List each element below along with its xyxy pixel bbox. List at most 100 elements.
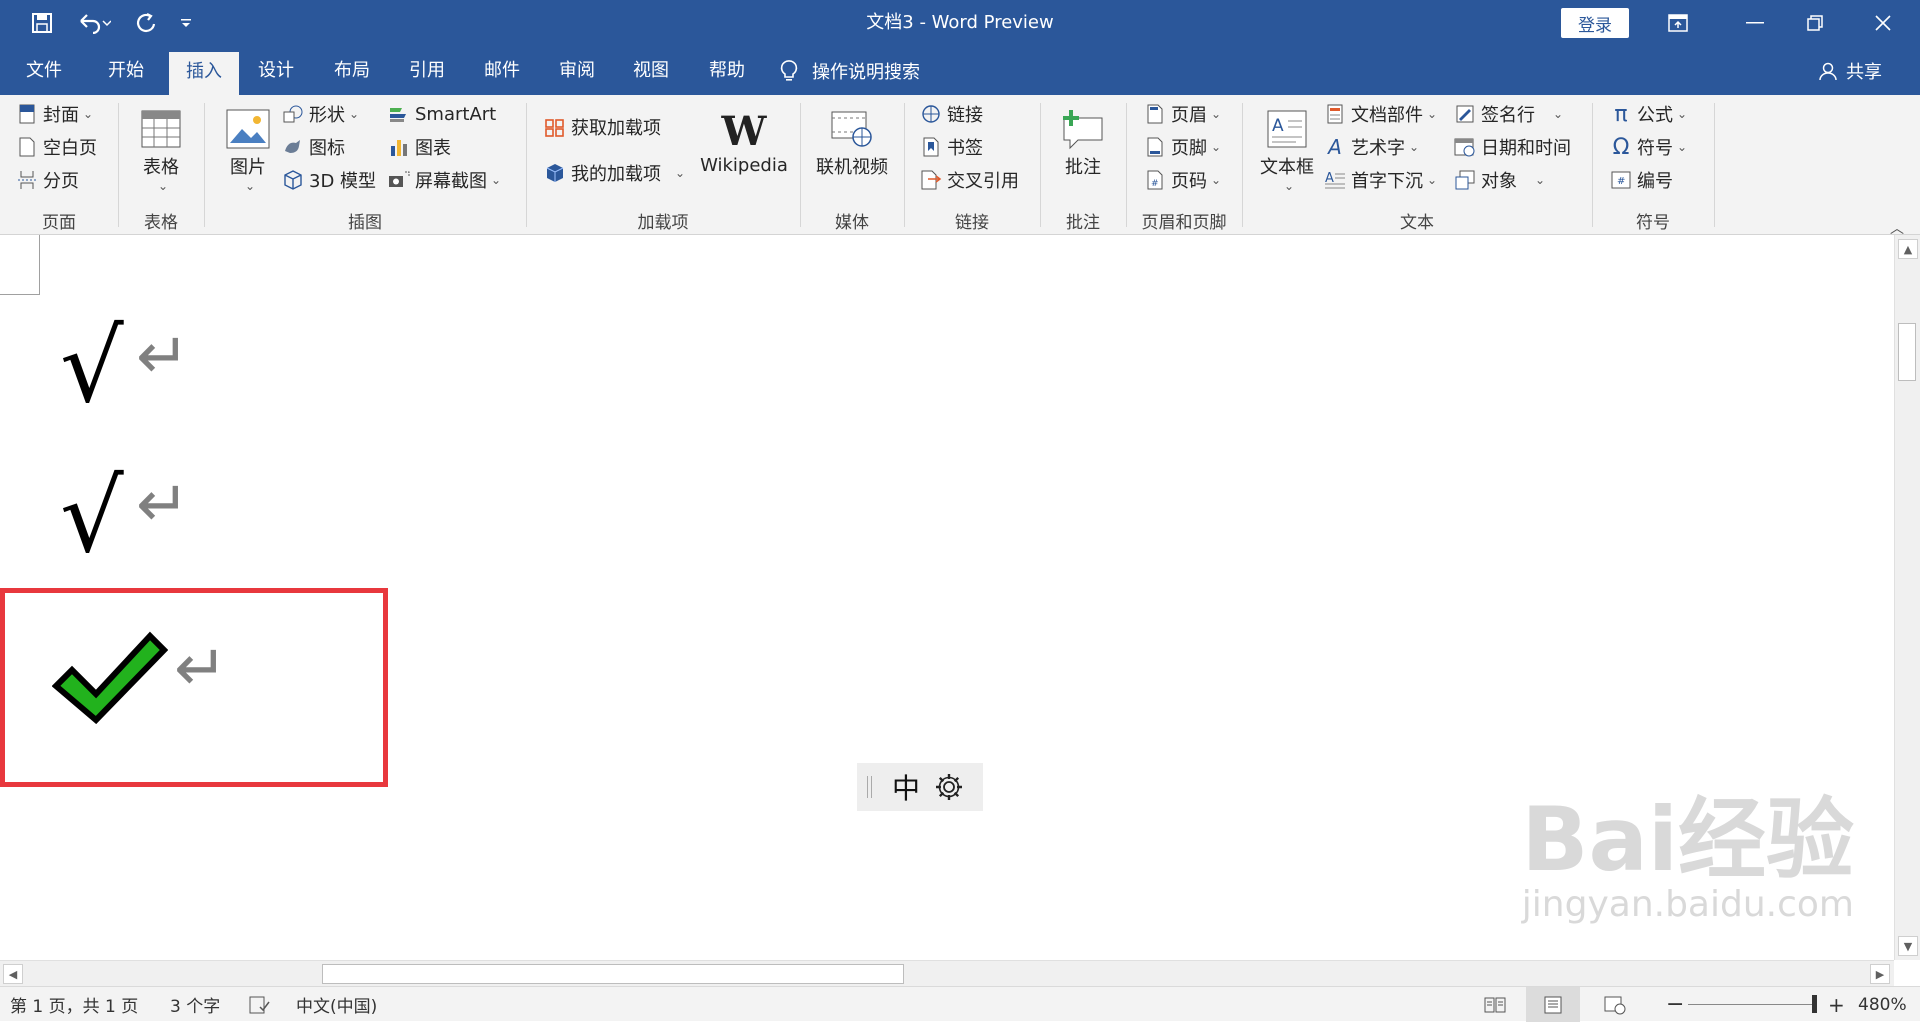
horizontal-scrollbar[interactable]: ◀ ▶: [0, 960, 1894, 986]
horizontal-scroll-thumb[interactable]: [322, 964, 904, 984]
number-button[interactable]: # 编号: [1610, 165, 1673, 195]
signature-line-button[interactable]: 签名行 ⌄: [1454, 99, 1563, 129]
zoom-slider-thumb[interactable]: [1812, 995, 1817, 1013]
web-layout-icon[interactable]: [1604, 987, 1626, 1022]
minimize-icon[interactable]: [1725, 0, 1785, 46]
wordart-button[interactable]: A 艺术字 ⌄: [1324, 132, 1419, 162]
drop-cap-button[interactable]: A 首字下沉 ⌄: [1324, 165, 1437, 195]
tab-home[interactable]: 开始: [92, 46, 160, 95]
cross-reference-button[interactable]: 交叉引用: [920, 165, 1019, 195]
date-time-button[interactable]: 日期和时间: [1454, 132, 1571, 162]
vertical-scroll-thumb[interactable]: [1898, 323, 1916, 381]
print-layout-icon[interactable]: [1526, 987, 1580, 1022]
vertical-scrollbar[interactable]: ▲ ▼: [1894, 235, 1920, 960]
comment-button[interactable]: 批注: [1050, 105, 1116, 179]
symbol-button[interactable]: Ω 符号 ⌄: [1610, 132, 1687, 162]
header-icon: [1144, 103, 1166, 125]
share-label: 共享: [1846, 61, 1882, 83]
zoom-level[interactable]: 480%: [1858, 987, 1907, 1022]
word-count[interactable]: 3 个字: [170, 987, 220, 1022]
login-button[interactable]: 登录: [1561, 8, 1629, 38]
omega-icon: Ω: [1612, 134, 1630, 160]
quick-parts-button[interactable]: 文档部件 ⌄: [1324, 99, 1437, 129]
proofing-icon[interactable]: [248, 987, 270, 1022]
bookmark-button[interactable]: 书签: [920, 132, 983, 162]
page-break-button[interactable]: 分页: [16, 165, 79, 195]
signature-icon: [1454, 103, 1476, 125]
blank-page-button[interactable]: 空白页: [16, 132, 97, 162]
ribbon-insert: 封面 ⌄ 空白页 分页 页面 表格 ⌄ 表格 图片 ⌄ 形状 ⌄ 图标 3D 模型 Sm…: [0, 95, 1920, 235]
icons-button[interactable]: 图标: [282, 132, 345, 162]
page-count[interactable]: 第 1 页，共 1 页: [10, 987, 138, 1022]
tab-mailings[interactable]: 邮件: [468, 46, 536, 95]
online-video-icon: [828, 105, 876, 153]
margin-corner-mark: [39, 235, 40, 295]
cover-page-button[interactable]: 封面 ⌄: [16, 99, 93, 129]
chevron-down-icon: ⌄: [1211, 140, 1222, 154]
footer-button[interactable]: 页脚 ⌄: [1144, 132, 1221, 162]
3d-models-button[interactable]: 3D 模型: [282, 165, 376, 195]
get-addins-button[interactable]: 获取加载项: [544, 112, 661, 142]
language-indicator[interactable]: 中文(中国): [296, 987, 377, 1022]
ime-mode-indicator[interactable]: 中: [892, 767, 920, 807]
table-button[interactable]: 表格 ⌄: [128, 105, 194, 193]
chevron-down-icon: ⌄: [1211, 107, 1222, 121]
chart-button[interactable]: 图表: [388, 132, 451, 162]
tab-file[interactable]: 文件: [10, 46, 78, 95]
new-comment-icon: [1059, 105, 1107, 153]
pictures-button[interactable]: 图片 ⌄: [218, 105, 278, 193]
save-icon[interactable]: [22, 0, 62, 46]
status-bar: 第 1 页，共 1 页 3 个字 中文(中国) − + 480%: [0, 986, 1920, 1022]
chevron-down-icon: ⌄: [1211, 173, 1222, 187]
watermark-url: jingyan.baidu.com: [1521, 884, 1854, 925]
tab-review[interactable]: 审阅: [543, 46, 611, 95]
link-button[interactable]: 链接: [920, 99, 983, 129]
ribbon-display-options-icon[interactable]: [1648, 0, 1708, 46]
tab-references[interactable]: 引用: [393, 46, 461, 95]
my-addins-button[interactable]: 我的加载项 ⌄: [544, 158, 685, 188]
read-mode-icon[interactable]: [1484, 987, 1506, 1022]
shapes-button[interactable]: 形状 ⌄: [282, 99, 359, 129]
zoom-slider-track[interactable]: [1688, 1004, 1816, 1005]
text-box-button[interactable]: A 文本框 ⌄: [1254, 105, 1320, 193]
page-number-button[interactable]: # 页码 ⌄: [1144, 165, 1221, 195]
cover-page-icon: [16, 103, 38, 125]
chevron-down-icon: ⌄: [244, 179, 256, 193]
chevron-down-icon: ⌄: [1283, 179, 1295, 193]
undo-icon[interactable]: [68, 0, 120, 46]
cube-icon: [282, 169, 304, 191]
lightbulb-icon: [780, 59, 798, 83]
smartart-button[interactable]: SmartArt: [388, 99, 496, 129]
restore-icon[interactable]: [1785, 0, 1845, 46]
tab-help[interactable]: 帮助: [693, 46, 761, 95]
customize-qat-icon[interactable]: [172, 0, 200, 46]
group-label-addins: 加载项: [637, 213, 689, 233]
zoom-in-icon[interactable]: +: [1828, 987, 1845, 1022]
tab-design[interactable]: 设计: [242, 46, 310, 95]
wikipedia-button[interactable]: W Wikipedia: [696, 107, 792, 177]
tab-view[interactable]: 视图: [617, 46, 685, 95]
document-canvas[interactable]: √ ↵ √ ↵ ↵ 中 Bai经验 jingyan.baidu.com: [0, 235, 1894, 960]
scroll-up-icon[interactable]: ▲: [1898, 239, 1918, 259]
header-button[interactable]: 页眉 ⌄: [1144, 99, 1221, 129]
tab-insert[interactable]: 插入: [169, 52, 239, 95]
tell-me-search[interactable]: 操作说明搜索: [780, 46, 920, 95]
equation-button[interactable]: π 公式 ⌄: [1610, 99, 1687, 129]
close-icon[interactable]: [1853, 0, 1913, 46]
ime-toolbar[interactable]: 中: [857, 763, 983, 811]
shapes-icon: [282, 103, 304, 125]
scroll-left-icon[interactable]: ◀: [3, 964, 23, 984]
zoom-out-icon[interactable]: −: [1666, 987, 1684, 1022]
drag-handle-icon[interactable]: [867, 776, 872, 798]
screenshot-button[interactable]: 屏幕截图 ⌄: [388, 165, 501, 195]
online-video-button[interactable]: 联机视频: [808, 105, 896, 179]
chevron-down-icon: ⌄: [1535, 173, 1546, 187]
gear-icon[interactable]: [934, 772, 964, 802]
paragraph-mark-3: ↵: [174, 632, 228, 706]
redo-icon[interactable]: [126, 0, 166, 46]
scroll-down-icon[interactable]: ▼: [1898, 936, 1918, 956]
share-button[interactable]: 共享: [1818, 46, 1882, 95]
object-button[interactable]: 对象 ⌄: [1454, 165, 1545, 195]
scroll-right-icon[interactable]: ▶: [1870, 964, 1890, 984]
tab-layout[interactable]: 布局: [318, 46, 386, 95]
